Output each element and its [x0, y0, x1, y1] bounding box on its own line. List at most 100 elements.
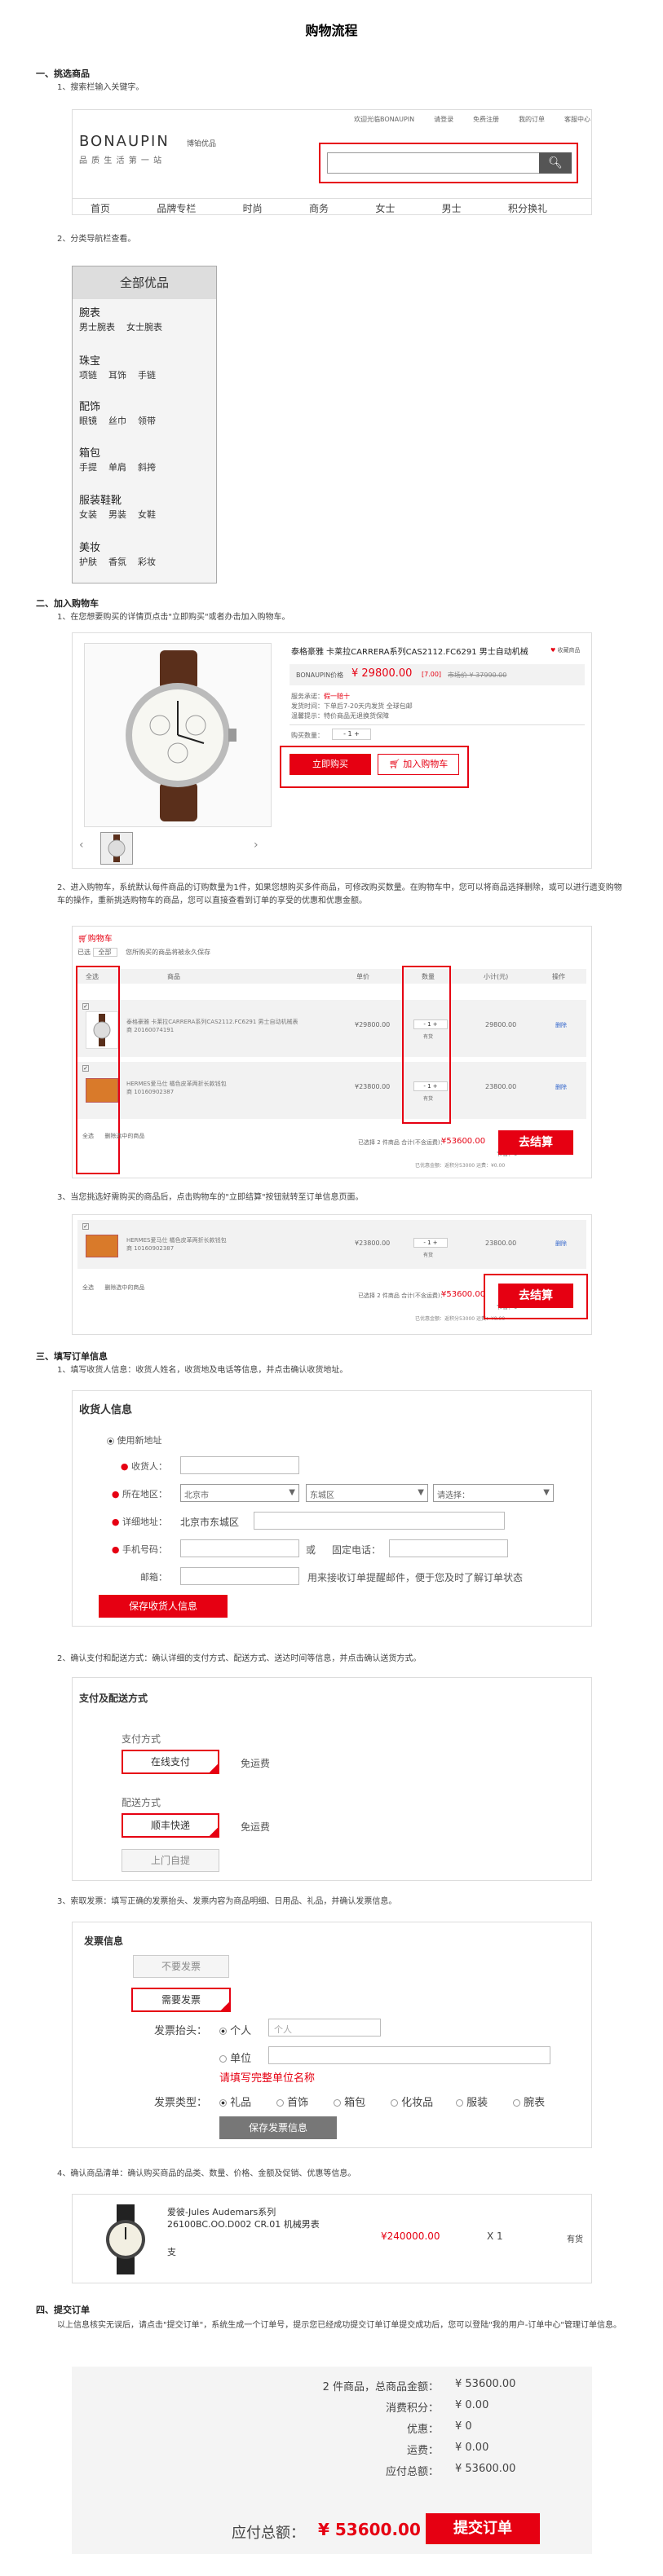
search-icon[interactable]: 🔍︎: [539, 152, 572, 174]
site-logo[interactable]: BONAUPIN: [79, 133, 170, 150]
ship-sf-option[interactable]: 顺丰快递: [122, 1813, 219, 1838]
company-radio[interactable]: 单位: [219, 2050, 251, 2065]
row-checkbox[interactable]: ✓: [82, 1223, 89, 1230]
category-title[interactable]: 腕表: [79, 307, 162, 320]
ship-pickup-option[interactable]: 上门自提: [122, 1849, 219, 1872]
category-group-watch[interactable]: 腕表 男士腕表 女士腕表: [79, 307, 162, 333]
personal-input[interactable]: 个人: [268, 2019, 381, 2037]
detail-input[interactable]: [254, 1512, 505, 1530]
qty-stepper[interactable]: - 1 +: [332, 729, 371, 740]
row-name[interactable]: HERMES爱马仕 橘色皮革两折长款钱包: [126, 1236, 322, 1244]
type-gift-label: 礼品: [230, 2097, 252, 2109]
category-title[interactable]: 美妆: [79, 542, 156, 555]
qty-label: 购买数量：: [291, 732, 324, 739]
section3-step3: 3、索取发票：填写正确的发票抬头、发票内容为商品明细、日用品、礼品，并确认发票信…: [57, 1897, 397, 1906]
product-thumbnail[interactable]: [100, 832, 133, 865]
need-invoice-option[interactable]: 需要发票: [131, 1988, 231, 2012]
row-delete[interactable]: 删除: [555, 1083, 567, 1091]
qty-column-highlight: [402, 966, 451, 1124]
row-qty-stepper[interactable]: - 1 +: [413, 1238, 448, 1248]
top-link-login[interactable]: 请登录: [434, 115, 453, 124]
nav-men[interactable]: 男士: [442, 201, 462, 215]
checkout-button[interactable]: 去结算: [498, 1284, 573, 1308]
nav-business[interactable]: 商务: [309, 201, 329, 215]
top-link-welcome[interactable]: 欢迎光临BONAUPIN: [354, 115, 414, 124]
type-bags[interactable]: 箱包: [334, 2094, 365, 2109]
price-label: BONAUPIN价格: [296, 672, 344, 679]
no-invoice-option[interactable]: 不要发票: [133, 1955, 229, 1978]
section2-step1: 1、在您想要购买的详情页点击"立即购买"或者办击加入购物车。: [57, 613, 290, 622]
category-group-bags[interactable]: 箱包 手提 单肩 斜挎: [79, 447, 156, 473]
detail-prefix: 北京市东城区: [180, 1517, 240, 1528]
type-clothing-label: 服装: [466, 2097, 488, 2109]
email-input[interactable]: [180, 1567, 299, 1585]
type-watch[interactable]: 腕表: [513, 2094, 545, 2109]
order-item-list: 爱彼-Jules Audemars系列 26100BC.OO.D002 CR.0…: [72, 2194, 592, 2283]
nav-points[interactable]: 积分换礼: [508, 201, 547, 215]
thumb-next-icon[interactable]: ›: [254, 839, 259, 852]
type-gift[interactable]: 礼品: [219, 2094, 251, 2109]
nav-fashion[interactable]: 时尚: [243, 201, 263, 215]
category-subs[interactable]: 眼镜 丝巾 领带: [79, 414, 156, 427]
add-cart-button[interactable]: 🛒︎ 加入购物车: [378, 754, 459, 775]
save-address-button[interactable]: 保存收货人信息: [99, 1595, 228, 1618]
type-clothing[interactable]: 服装: [456, 2094, 488, 2109]
category-title[interactable]: 箱包: [79, 447, 156, 460]
use-new-address[interactable]: 使用新地址: [107, 1433, 162, 1447]
or-text: 或: [306, 1544, 316, 1556]
type-cosmetics[interactable]: 化妆品: [391, 2094, 433, 2109]
category-title[interactable]: 珠宝: [79, 355, 156, 368]
row-delete[interactable]: 删除: [555, 1021, 567, 1029]
cart-screenshot: 🛒︎购物车 已选 全部 您所购买的商品将被永久保存 全选 商品 单价 数量 小计…: [72, 926, 592, 1178]
buy-now-button[interactable]: 立即购买: [290, 754, 371, 775]
ship-method-label: 配送方式: [122, 1797, 161, 1808]
mobile-input[interactable]: [180, 1539, 299, 1557]
save-invoice-button[interactable]: 保存发票信息: [219, 2116, 337, 2139]
street-select[interactable]: 请选择： ▼: [433, 1484, 554, 1502]
district-select[interactable]: 东城区 ▼: [306, 1484, 428, 1502]
category-subs[interactable]: 男士腕表 女士腕表: [79, 320, 162, 333]
nav-brand[interactable]: 品牌专栏: [157, 201, 196, 215]
favorite-link[interactable]: ♥ 收藏商品: [550, 646, 581, 654]
category-subs[interactable]: 手提 单肩 斜挎: [79, 460, 156, 473]
market-price: 市场价 ¥ 37990.00: [448, 672, 507, 679]
top-link-orders[interactable]: 我的订单: [519, 115, 545, 124]
invoice-head-label: 发票抬头：: [154, 2025, 208, 2037]
category-header: 全部优品: [73, 266, 216, 299]
category-group-clothing[interactable]: 服装鞋靴 女装 男装 女鞋: [79, 495, 156, 521]
category-title[interactable]: 配饰: [79, 401, 156, 414]
category-group-accessories[interactable]: 配饰 眼镜 丝巾 领带: [79, 401, 156, 427]
radio-icon: [276, 2099, 284, 2107]
cart-footer-left[interactable]: 全选 删除选中的商品: [82, 1284, 144, 1292]
category-title[interactable]: 服装鞋靴: [79, 495, 156, 508]
row-name[interactable]: 泰格豪雅 卡莱拉CARRERA系列CAS2112.FC6291 男士自动机械表: [126, 1018, 322, 1026]
category-subs[interactable]: 女装 男装 女鞋: [79, 508, 156, 521]
row-name[interactable]: HERMES爱马仕 橘色皮革两折长款钱包: [126, 1080, 322, 1088]
category-subs[interactable]: 护肤 香氛 彩妆: [79, 555, 156, 568]
type-jewelry[interactable]: 首饰: [276, 2094, 308, 2109]
checkout-button[interactable]: 去结算: [498, 1130, 573, 1155]
category-subs[interactable]: 项链 耳饰 手链: [79, 368, 156, 381]
phone-input[interactable]: [389, 1539, 508, 1557]
item-name[interactable]: 爱彼-Jules Audemars系列 26100BC.OO.D002 CR.0…: [167, 2206, 330, 2230]
personal-radio[interactable]: 个人: [219, 2022, 251, 2037]
submit-order-button[interactable]: 提交订单: [426, 2513, 540, 2544]
payment-title: 支付及配送方式: [79, 1693, 148, 1704]
company-input[interactable]: [268, 2046, 550, 2064]
top-link-register[interactable]: 免费注册: [473, 115, 499, 124]
region-label-text: 所在地区：: [122, 1489, 167, 1499]
category-group-beauty[interactable]: 美妆 护肤 香氛 彩妆: [79, 542, 156, 568]
top-link-service[interactable]: 客服中心: [564, 115, 590, 124]
note-value: 特价商品无退换货保障: [324, 712, 389, 720]
nav-home[interactable]: 首页: [91, 201, 110, 215]
row-delete[interactable]: 删除: [555, 1240, 567, 1248]
category-group-jewelry[interactable]: 珠宝 项链 耳饰 手链: [79, 355, 156, 381]
search-input[interactable]: [327, 152, 572, 174]
thumb-prev-icon[interactable]: ‹: [79, 839, 84, 852]
receiver-input[interactable]: [180, 1456, 299, 1474]
pay-online-option[interactable]: 在线支付: [122, 1750, 219, 1774]
nav-women[interactable]: 女士: [375, 201, 395, 215]
province-select[interactable]: 北京市 ▼: [180, 1484, 299, 1502]
cart-footer-left[interactable]: 全选 删除选中的商品: [82, 1132, 144, 1140]
cart-filter-all[interactable]: 全部: [92, 948, 117, 957]
